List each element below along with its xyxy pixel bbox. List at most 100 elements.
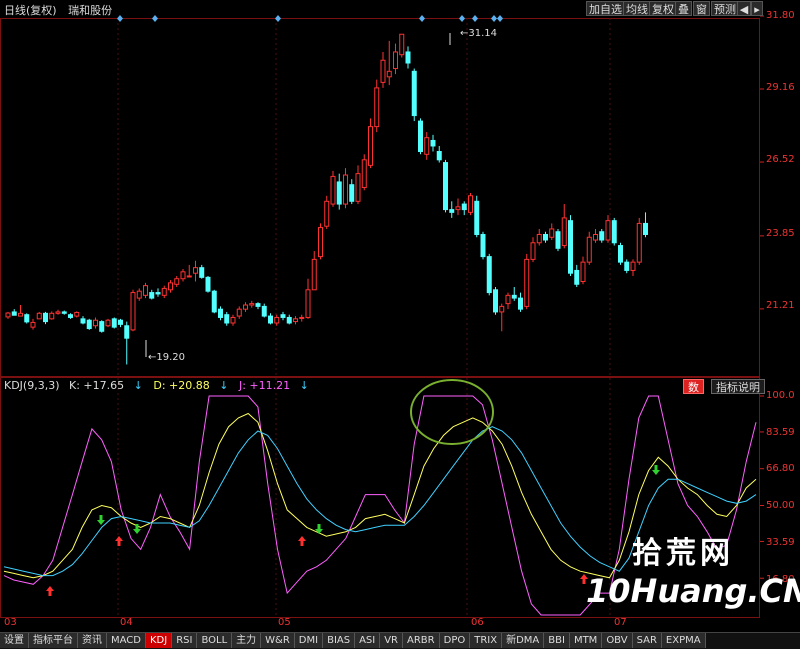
candle-body	[211, 290, 217, 313]
candle-body	[643, 222, 648, 235]
candle-body	[30, 321, 36, 328]
candle-body	[274, 316, 280, 324]
candle-body	[543, 233, 548, 241]
tab-macd[interactable]: MACD	[107, 633, 146, 648]
candle-body	[61, 311, 67, 314]
candle-body	[430, 139, 436, 147]
candle-body	[68, 314, 73, 318]
candle-body	[536, 233, 542, 244]
candle-body	[80, 318, 86, 324]
highlight-circle	[410, 379, 494, 445]
candle-body	[374, 87, 380, 128]
candle-body	[143, 285, 148, 296]
tab-expma[interactable]: EXPMA	[661, 633, 706, 648]
d-value: D: +20.88	[153, 379, 210, 392]
price-axis-label: 23.85	[766, 228, 795, 239]
candle-body	[380, 59, 386, 83]
tab-new-dma[interactable]: 新DMA	[502, 633, 545, 648]
ma-button[interactable]: 均线	[623, 1, 651, 16]
buy-arrow-icon	[298, 536, 306, 546]
j-value: J: +11.21	[238, 379, 291, 392]
forecast-button[interactable]: 预测	[711, 1, 739, 16]
tab-mtm[interactable]: MTM	[569, 633, 603, 648]
date-label: 04	[120, 617, 133, 628]
candle-body	[549, 228, 555, 238]
date-label: 03	[4, 617, 17, 628]
candle-body	[55, 311, 61, 314]
candle-body	[324, 200, 330, 227]
marker-layer	[46, 15, 660, 596]
high-price-label: ←31.14	[460, 28, 498, 39]
candle-body	[405, 51, 411, 64]
data-button[interactable]: 数	[683, 379, 704, 394]
price-axis-label: 21.21	[766, 300, 795, 311]
candle-body	[118, 319, 123, 325]
next-arrow-icon[interactable]: ▸	[751, 1, 763, 16]
candle-body	[386, 70, 392, 78]
candle-body	[580, 261, 586, 282]
candle-body	[443, 162, 448, 211]
date-label: 05	[278, 617, 291, 628]
tab-main-force[interactable]: 主力	[232, 633, 262, 648]
prev-arrow-icon[interactable]: ◀	[737, 1, 751, 16]
candle-body	[555, 231, 561, 249]
tab-dmi[interactable]: DMI	[294, 633, 324, 648]
window-button[interactable]: 窗	[693, 1, 710, 16]
add-watchlist-button[interactable]: 加自选	[586, 1, 625, 16]
tab-boll[interactable]: BOLL	[197, 633, 233, 648]
tab-vr[interactable]: VR	[380, 633, 404, 648]
tab-kdj[interactable]: KDJ	[145, 633, 173, 648]
candle-body	[368, 126, 373, 166]
candle-body	[461, 203, 467, 211]
candle-body	[343, 174, 348, 205]
kdj-axis-label: 100.0	[766, 390, 795, 401]
candle-body	[149, 292, 155, 299]
price-axis-label: 31.80	[766, 10, 795, 21]
date-label: 07	[614, 617, 627, 628]
tab-news[interactable]: 资讯	[78, 633, 107, 648]
candle-body	[286, 316, 292, 324]
candle-body	[105, 319, 111, 327]
tab-trix[interactable]: TRIX	[470, 633, 503, 648]
candle-body	[518, 297, 523, 310]
candle-body	[180, 271, 186, 280]
candle-body	[424, 137, 430, 155]
candle-body	[511, 294, 517, 299]
candle-body	[168, 282, 173, 291]
candle-body	[493, 289, 498, 313]
kdj-header: KDJ(9,3,3) K: +17.65 ↓ D: +20.88 ↓ J: +1…	[4, 379, 309, 392]
overlay-button[interactable]: 叠	[675, 1, 692, 16]
candle-body	[636, 222, 642, 263]
tab-wr[interactable]: W&R	[261, 633, 295, 648]
candle-body	[130, 292, 136, 331]
tab-bbi[interactable]: BBI	[544, 633, 570, 648]
tab-rsi[interactable]: RSI	[172, 633, 198, 648]
candle-body	[124, 325, 130, 339]
candle-body	[336, 181, 342, 205]
candle-body	[299, 316, 305, 319]
candle-body	[161, 287, 167, 296]
tab-settings[interactable]: 设置	[0, 633, 29, 648]
tab-dpo[interactable]: DPO	[439, 633, 471, 648]
candle-body	[311, 258, 317, 291]
tab-bias[interactable]: BIAS	[323, 633, 356, 648]
candle-body	[480, 233, 486, 258]
indicator-explain-button[interactable]: 指标说明	[711, 379, 765, 394]
candle-body	[293, 318, 298, 323]
candle-body	[611, 220, 617, 244]
candle-body	[155, 292, 161, 295]
adjust-button[interactable]: 复权	[649, 1, 677, 16]
candle-body	[186, 275, 192, 278]
candle-body	[5, 312, 11, 318]
tab-sar[interactable]: SAR	[632, 633, 662, 648]
candle-layer	[5, 33, 648, 365]
tab-obv[interactable]: OBV	[602, 633, 633, 648]
candle-body	[99, 321, 105, 332]
candle-body	[249, 303, 255, 306]
candle-body	[224, 314, 230, 324]
tab-arbr[interactable]: ARBR	[403, 633, 440, 648]
tab-indicator-platform[interactable]: 指标平台	[29, 633, 78, 648]
tab-asi[interactable]: ASI	[355, 633, 381, 648]
candle-body	[305, 289, 311, 318]
candle-body	[436, 151, 442, 161]
